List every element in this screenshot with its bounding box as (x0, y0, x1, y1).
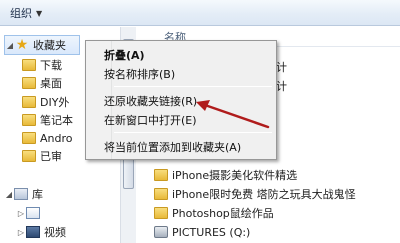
expand-arrow-icon[interactable]: ◢ (4, 190, 14, 199)
drive-icon (154, 226, 168, 238)
menu-item-collapse[interactable]: 折叠(A) (102, 46, 272, 63)
nav-item-documents[interactable]: ▷ (16, 203, 44, 223)
folder-icon (22, 77, 36, 89)
folder-icon (154, 207, 168, 219)
file-name: iPhone摄影美化软件精选 (172, 169, 298, 182)
library-icon (14, 188, 28, 200)
file-row[interactable]: iPhone限时免费 塔防之玩具大战鬼怪 (154, 184, 356, 204)
folder-icon (22, 96, 36, 108)
command-bar: 组织 ▼ (0, 0, 400, 26)
file-row[interactable]: 计 (276, 57, 287, 77)
file-name: 计 (276, 80, 287, 93)
nav-item-favorites[interactable]: ◢ ★ 收藏夹 (4, 35, 80, 55)
expand-arrow-icon[interactable]: ▷ (16, 228, 26, 237)
file-row[interactable]: iPhone摄影美化软件精选 (154, 165, 297, 185)
nav-item-label: 库 (32, 188, 43, 201)
context-menu: 折叠(A) 按名称排序(B) 还原收藏夹链接(R) 在新窗口中打开(E) 将当前… (85, 40, 277, 160)
nav-item-android[interactable]: Andro (22, 128, 73, 148)
nav-item-label: Andro (40, 131, 73, 145)
nav-item-downloads[interactable]: 下载 (22, 55, 62, 75)
file-name: 计 (276, 61, 287, 74)
menu-item-sort-by-name[interactable]: 按名称排序(B) (102, 65, 272, 82)
folder-icon (22, 132, 36, 144)
folder-icon (22, 150, 36, 162)
organize-label: 组织 (10, 7, 32, 20)
menu-item-restore-favorites[interactable]: 还原收藏夹链接(R) (102, 92, 272, 109)
video-icon (26, 226, 40, 238)
expand-arrow-icon[interactable]: ◢ (5, 41, 15, 50)
nav-item-label: DIY外 (40, 96, 70, 109)
folder-icon (22, 114, 36, 126)
chevron-down-icon: ▼ (36, 8, 43, 18)
file-name: Photoshop鼠绘作品 (172, 207, 274, 220)
nav-item-reviewed[interactable]: 已审 (22, 146, 62, 166)
nav-item-desktop[interactable]: 桌面 (22, 73, 62, 93)
star-icon: ★ (15, 37, 29, 53)
file-row[interactable]: Photoshop鼠绘作品 (154, 203, 274, 223)
nav-item-label: 视频 (44, 226, 66, 239)
nav-item-label: 收藏夹 (33, 39, 66, 52)
nav-item-notebook[interactable]: 笔记本 (22, 110, 73, 130)
folder-icon (22, 59, 36, 71)
folder-icon (154, 188, 168, 200)
file-name: iPhone限时免费 塔防之玩具大战鬼怪 (172, 188, 356, 201)
nav-item-label: 笔记本 (40, 114, 73, 127)
menu-separator (114, 86, 272, 87)
nav-item-libraries[interactable]: ◢ 库 (4, 184, 43, 204)
menu-separator (114, 132, 272, 133)
nav-item-label: 已审 (40, 150, 62, 163)
nav-item-diy[interactable]: DIY外 (22, 92, 69, 112)
menu-item-add-to-favorites[interactable]: 将当前位置添加到收藏夹(A) (102, 138, 272, 155)
menu-item-open-new-window[interactable]: 在新窗口中打开(E) (102, 111, 272, 128)
nav-item-videos[interactable]: ▷ 视频 (16, 222, 66, 242)
nav-item-label: 桌面 (40, 77, 62, 90)
file-name: PICTURES (Q:) (172, 225, 251, 239)
nav-item-label: 下载 (40, 59, 62, 72)
file-row[interactable]: PICTURES (Q:) (154, 222, 250, 242)
document-icon (26, 207, 40, 219)
organize-button[interactable]: 组织 ▼ (4, 4, 48, 22)
file-row[interactable]: 计 (276, 76, 287, 96)
expand-arrow-icon[interactable]: ▷ (16, 209, 26, 218)
folder-icon (154, 169, 168, 181)
